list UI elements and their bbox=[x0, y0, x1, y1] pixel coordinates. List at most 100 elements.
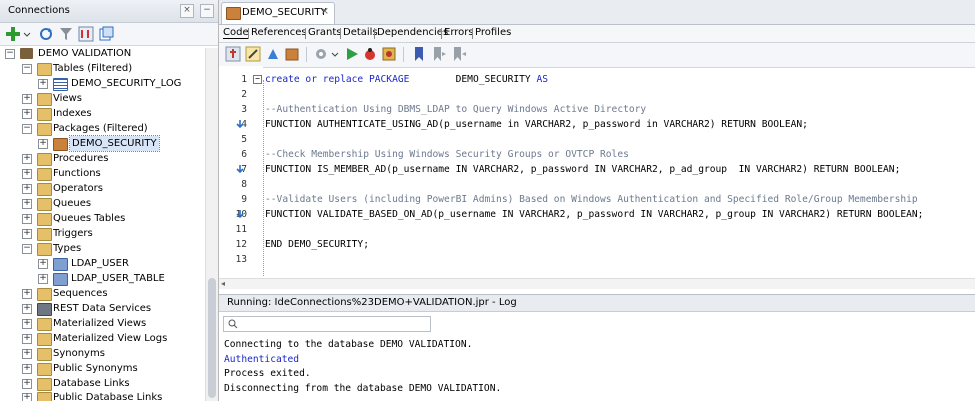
previous-bookmark-icon[interactable] bbox=[451, 46, 467, 62]
expand-icon[interactable]: + bbox=[22, 169, 32, 179]
implementation-arrow-icon[interactable] bbox=[235, 119, 245, 129]
tree-node-rest[interactable]: + REST Data Services bbox=[0, 301, 205, 316]
tree-node-connection[interactable]: − DEMO VALIDATION bbox=[0, 46, 205, 61]
implementation-arrow-icon[interactable] bbox=[235, 164, 245, 174]
tab-references[interactable]: References bbox=[251, 27, 307, 38]
tab-errors[interactable]: Errors bbox=[444, 27, 474, 38]
chevron-down-icon[interactable] bbox=[331, 46, 339, 62]
code-line-6: --Check Membership Using Windows Securit… bbox=[265, 149, 629, 160]
expand-icon[interactable]: + bbox=[22, 109, 32, 119]
pin-icon[interactable] bbox=[225, 46, 241, 62]
tree-node-package-item[interactable]: + DEMO_SECURITY bbox=[0, 135, 205, 152]
profile-icon[interactable] bbox=[381, 46, 397, 62]
tree-node-synonyms[interactable]: + Synonyms bbox=[0, 346, 205, 361]
expand-icon[interactable]: + bbox=[38, 259, 48, 269]
minimize-icon[interactable]: − bbox=[200, 4, 214, 18]
folder-icon bbox=[37, 318, 52, 331]
filter-icon[interactable] bbox=[58, 26, 74, 42]
expand-icon[interactable]: + bbox=[22, 349, 32, 359]
next-bookmark-icon[interactable] bbox=[431, 46, 447, 62]
expand-icon[interactable]: + bbox=[38, 79, 48, 89]
package-icon[interactable] bbox=[284, 46, 300, 62]
editor-horizontal-scrollbar[interactable]: ◂ bbox=[219, 278, 975, 289]
tree-node-packages[interactable]: − Packages (Filtered) bbox=[0, 121, 205, 136]
tree-node-type-item[interactable]: + LDAP_USER bbox=[0, 256, 205, 271]
implementation-arrow-icon[interactable] bbox=[235, 209, 245, 219]
log-search-input[interactable] bbox=[223, 316, 431, 332]
schema-browser-icon[interactable] bbox=[78, 26, 94, 42]
tree-node-functions[interactable]: + Functions bbox=[0, 166, 205, 181]
tree-node-label: Public Synonyms bbox=[53, 363, 138, 374]
log-header: Running: IdeConnections%23DEMO+VALIDATIO… bbox=[219, 295, 975, 312]
expand-icon[interactable]: + bbox=[22, 199, 32, 209]
settings-gear-icon[interactable] bbox=[313, 46, 329, 62]
tree-node-mviews[interactable]: + Materialized Views bbox=[0, 316, 205, 331]
tree-node-views[interactable]: + Views bbox=[0, 91, 205, 106]
expand-icon[interactable]: + bbox=[22, 334, 32, 344]
tree-node-tables[interactable]: − Tables (Filtered) bbox=[0, 61, 205, 76]
expand-icon[interactable]: + bbox=[22, 229, 32, 239]
tab-profiles[interactable]: Profiles bbox=[475, 27, 511, 38]
tree-node-public-db-links[interactable]: + Public Database Links bbox=[0, 390, 205, 401]
collapse-icon[interactable]: − bbox=[22, 64, 32, 74]
expand-icon[interactable]: + bbox=[22, 304, 32, 314]
tree-node-queues[interactable]: + Queues bbox=[0, 196, 205, 211]
expand-icon[interactable]: + bbox=[22, 154, 32, 164]
tree-node-indexes[interactable]: + Indexes bbox=[0, 106, 205, 121]
expand-icon[interactable]: + bbox=[22, 393, 32, 401]
tree-node-mview-logs[interactable]: + Materialized View Logs bbox=[0, 331, 205, 346]
expand-icon[interactable]: + bbox=[38, 139, 48, 149]
tree-node-triggers[interactable]: + Triggers bbox=[0, 226, 205, 241]
tree-node-types[interactable]: − Types bbox=[0, 241, 205, 256]
collapse-icon[interactable]: − bbox=[5, 49, 15, 59]
fold-toggle-icon[interactable]: − bbox=[253, 75, 262, 84]
tree-node-label: Functions bbox=[53, 168, 101, 179]
expand-icon[interactable]: + bbox=[22, 319, 32, 329]
close-icon[interactable]: × bbox=[321, 6, 329, 17]
line-number: 13 bbox=[235, 254, 247, 265]
expand-icon[interactable]: + bbox=[22, 184, 32, 194]
scroll-thumb[interactable] bbox=[208, 278, 216, 398]
run-icon[interactable] bbox=[344, 46, 360, 62]
connections-toolbar bbox=[0, 23, 218, 46]
expand-icon[interactable]: + bbox=[22, 364, 32, 374]
tree-scrollbar[interactable] bbox=[205, 48, 218, 401]
tree-node-queues-tables[interactable]: + Queues Tables bbox=[0, 211, 205, 226]
expand-icon[interactable]: + bbox=[38, 274, 48, 284]
code-editor[interactable]: 1 2 3 4 5 6 7 8 9 10 11 12 13 − create o… bbox=[219, 66, 975, 278]
tree-node-type-item[interactable]: + LDAP_USER_TABLE bbox=[0, 271, 205, 286]
debug-icon[interactable] bbox=[362, 46, 378, 62]
edit-icon[interactable] bbox=[245, 46, 261, 62]
tab-grants[interactable]: Grants bbox=[308, 27, 341, 38]
tree-node-public-synonyms[interactable]: + Public Synonyms bbox=[0, 361, 205, 376]
bookmark-icon[interactable] bbox=[411, 46, 427, 62]
tree-node-procedures[interactable]: + Procedures bbox=[0, 151, 205, 166]
search-icon bbox=[228, 319, 238, 329]
tree-node-label: Procedures bbox=[53, 153, 109, 164]
collapse-icon[interactable]: − bbox=[22, 244, 32, 254]
collapse-icon[interactable]: − bbox=[22, 124, 32, 134]
expand-icon[interactable]: + bbox=[22, 214, 32, 224]
tab-dependencies[interactable]: Dependencies bbox=[377, 27, 448, 38]
folder-icon bbox=[37, 198, 52, 211]
close-icon[interactable]: × bbox=[180, 4, 194, 18]
tree-node-label: LDAP_USER_TABLE bbox=[71, 273, 165, 284]
folder-icon bbox=[37, 333, 52, 346]
expand-icon[interactable]: + bbox=[22, 379, 32, 389]
compile-icon[interactable] bbox=[265, 46, 281, 62]
chevron-down-icon[interactable] bbox=[23, 26, 31, 42]
expand-icon[interactable]: + bbox=[22, 94, 32, 104]
expand-icon[interactable]: + bbox=[22, 289, 32, 299]
scroll-left-icon[interactable]: ◂ bbox=[221, 279, 225, 288]
tree-node-table-item[interactable]: + DEMO_SECURITY_LOG bbox=[0, 76, 205, 91]
tab-code[interactable]: Code bbox=[223, 27, 249, 39]
add-connection-icon[interactable] bbox=[5, 26, 21, 42]
tab-details[interactable]: Details bbox=[343, 27, 378, 38]
toolbar-separator bbox=[403, 47, 404, 62]
tab-demo-security[interactable]: DEMO_SECURITY × bbox=[221, 2, 335, 24]
sql-worksheet-icon[interactable] bbox=[98, 26, 114, 42]
tree-node-operators[interactable]: + Operators bbox=[0, 181, 205, 196]
refresh-icon[interactable] bbox=[38, 26, 54, 42]
tree-node-sequences[interactable]: + Sequences bbox=[0, 286, 205, 301]
tree-node-db-links[interactable]: + Database Links bbox=[0, 376, 205, 391]
